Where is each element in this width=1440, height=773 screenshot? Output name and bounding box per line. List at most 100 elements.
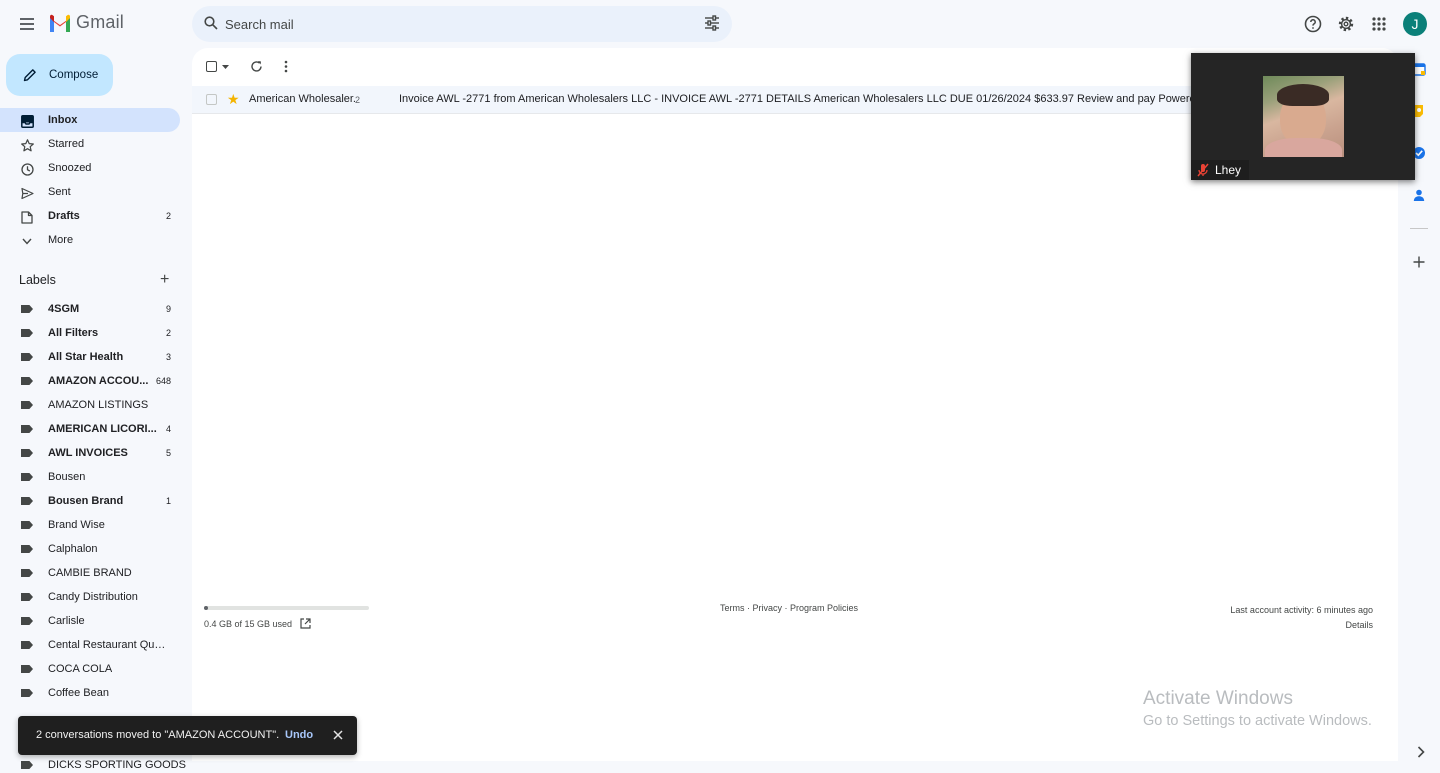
participant-hair	[1277, 84, 1329, 106]
windows-activation-watermark: Activate Windows Go to Settings to activ…	[1143, 688, 1372, 729]
storage-usage: 0.4 GB of 15 GB used	[204, 618, 311, 629]
email-subject: Invoice AWL -2771 from American Wholesal…	[399, 93, 1199, 105]
participant-namebar: Lhey	[1191, 160, 1250, 180]
chevron-right-icon[interactable]	[1414, 745, 1428, 759]
select-all-checkbox[interactable]	[206, 61, 229, 72]
label-name: AMERICAN LICORI...	[48, 423, 157, 435]
star-icon[interactable]: ★	[227, 91, 240, 108]
email-checkbox[interactable]	[206, 94, 217, 105]
label-item[interactable]: Cental Restaurant Quot...	[0, 633, 180, 657]
labels-heading: Labels	[19, 273, 56, 287]
storage-usage-text: 0.4 GB of 15 GB used	[204, 618, 293, 629]
mic-muted-icon	[1197, 163, 1209, 177]
checkbox-icon	[206, 61, 217, 72]
sidebar-item-sent[interactable]: Sent	[0, 180, 180, 204]
label-tag-icon	[21, 377, 33, 385]
label-name: AMAZON ACCOU...	[48, 375, 149, 387]
video-call-tile[interactable]: Lhey	[1191, 53, 1415, 180]
label-count: 5	[165, 448, 171, 458]
label-name: Calphalon	[48, 543, 98, 555]
sidebar-item-more[interactable]: More	[0, 228, 180, 252]
label-tag-icon	[21, 401, 33, 409]
snackbar-message: 2 conversations moved to "AMAZON ACCOUNT…	[36, 729, 280, 741]
labels-list: 4SGM 9 All Filters 2 All Star Health 3 AMAZ…	[0, 297, 192, 705]
label-item[interactable]: Bousen Brand 1	[0, 489, 180, 513]
label-name: Brand Wise	[48, 519, 105, 531]
undo-button[interactable]: Undo	[285, 729, 313, 741]
label-item[interactable]: Coffee Bean	[0, 681, 180, 705]
add-label-icon[interactable]: +	[160, 272, 169, 288]
sidebar-item-starred[interactable]: Starred	[0, 132, 180, 156]
sidebar-item-label: Sent	[48, 186, 71, 198]
details-link[interactable]: Details	[1230, 618, 1373, 633]
add-addon-icon[interactable]	[1412, 255, 1426, 269]
label-item[interactable]: COCA COLA	[0, 657, 180, 681]
contacts-icon[interactable]	[1412, 188, 1426, 202]
label-item[interactable]: AMAZON LISTINGS	[0, 393, 180, 417]
search-options-icon[interactable]	[704, 15, 720, 31]
sidebar-item-drafts[interactable]: Drafts 2	[0, 204, 180, 228]
sidebar-item-label: More	[48, 234, 74, 246]
help-icon[interactable]	[1303, 14, 1323, 34]
sidebar-item-label: Drafts	[48, 210, 80, 222]
label-tag-icon	[21, 641, 33, 649]
label-tag-icon	[21, 665, 33, 673]
label-name: AWL INVOICES	[48, 447, 128, 459]
sidebar-item-snoozed[interactable]: Snoozed	[0, 156, 180, 180]
search-icon[interactable]	[204, 16, 218, 30]
participant-name: Lhey	[1215, 163, 1242, 177]
compose-button[interactable]: Compose	[6, 54, 113, 96]
send-icon	[20, 186, 34, 200]
label-tag-icon	[21, 617, 33, 625]
label-tag-icon	[21, 593, 33, 601]
apps-grid-icon[interactable]	[1369, 14, 1389, 34]
storage-usage-bar	[204, 606, 369, 610]
label-item[interactable]: 4SGM 9	[0, 297, 180, 321]
label-item[interactable]: Calphalon	[0, 537, 180, 561]
label-tag-icon	[21, 497, 33, 505]
open-external-icon[interactable]	[300, 618, 311, 629]
sidebar-item-label: Snoozed	[48, 162, 92, 174]
label-item[interactable]: CAMBIE BRAND	[0, 561, 180, 585]
label-item[interactable]: AMAZON ACCOU... 648	[0, 369, 180, 393]
label-name: Carlisle	[48, 615, 85, 627]
search-bar[interactable]	[192, 6, 732, 42]
more-vertical-icon[interactable]	[284, 60, 288, 73]
thread-count: 2	[355, 95, 361, 105]
sidebar-item-inbox[interactable]: Inbox	[0, 108, 180, 132]
label-item[interactable]: AWL INVOICES 5	[0, 441, 180, 465]
search-input[interactable]	[225, 6, 685, 42]
label-item[interactable]: All Star Health 3	[0, 345, 180, 369]
star-icon	[20, 138, 34, 152]
label-name: AMAZON LISTINGS	[48, 399, 149, 411]
label-name: COCA COLA	[48, 663, 113, 675]
label-item[interactable]: DICKS SPORTING GOODS	[0, 757, 192, 773]
sidebar-item-label: Inbox	[48, 114, 78, 126]
main-menu-icon[interactable]	[15, 12, 39, 36]
label-item[interactable]: AMERICAN LICORI... 4	[0, 417, 180, 441]
account-avatar[interactable]: J	[1403, 12, 1427, 36]
watermark-subtitle: Go to Settings to activate Windows.	[1143, 713, 1372, 729]
label-item[interactable]: All Filters 2	[0, 321, 180, 345]
label-tag-icon	[21, 305, 33, 313]
label-tag-icon	[21, 545, 33, 553]
gmail-logo[interactable]: Gmail	[48, 12, 124, 33]
label-tag-icon	[21, 473, 33, 481]
label-name: 4SGM	[48, 303, 80, 315]
label-count: 4	[165, 424, 171, 434]
footer-links[interactable]: Terms · Privacy · Program Policies	[720, 603, 858, 613]
label-item[interactable]: Carlisle	[0, 609, 180, 633]
label-name: Coffee Bean	[48, 687, 109, 699]
label-item[interactable]: Bousen	[0, 465, 180, 489]
snackbar-toast: 2 conversations moved to "AMAZON ACCOUNT…	[18, 716, 357, 755]
settings-gear-icon[interactable]	[1336, 14, 1356, 34]
label-item[interactable]: Candy Distribution	[0, 585, 180, 609]
refresh-icon[interactable]	[250, 60, 263, 73]
sidebar-item-count: 2	[165, 211, 171, 221]
label-name: Bousen Brand	[48, 495, 124, 507]
clock-icon	[20, 162, 34, 176]
close-icon[interactable]	[331, 728, 345, 742]
label-name: Bousen	[48, 471, 86, 483]
label-item[interactable]: Brand Wise	[0, 513, 180, 537]
label-name: Candy Distribution	[48, 591, 138, 603]
